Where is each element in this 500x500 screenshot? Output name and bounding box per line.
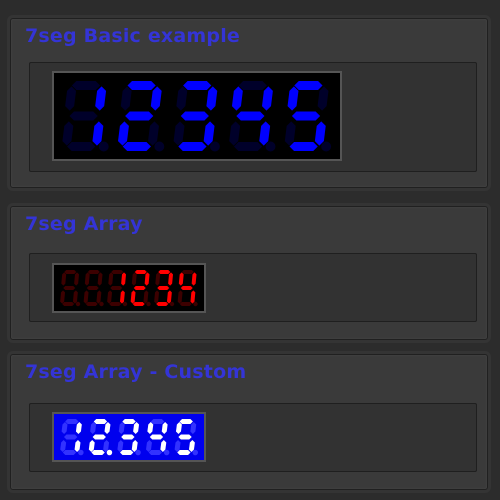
- segment-g: [291, 111, 321, 121]
- segment-d: [120, 450, 134, 455]
- decimal-point: [98, 141, 109, 152]
- segment-g: [69, 111, 98, 121]
- decimal-point: [146, 301, 151, 307]
- segment-d: [85, 302, 98, 306]
- segment-d: [67, 142, 96, 151]
- segment-g: [92, 434, 106, 440]
- segment-a: [294, 81, 323, 90]
- segment-d: [148, 450, 162, 455]
- segment-a: [65, 419, 79, 424]
- segment-d: [178, 142, 207, 151]
- custom-seven-segment-display: [52, 412, 206, 462]
- segment-d: [62, 450, 77, 455]
- segment-d: [62, 302, 75, 306]
- segment-a: [93, 419, 108, 424]
- segment-a: [122, 419, 136, 424]
- decimal-point: [122, 301, 128, 307]
- decimal-point: [106, 449, 113, 456]
- segment-g: [125, 111, 154, 121]
- decimal-point: [154, 141, 165, 152]
- segment-d: [109, 302, 122, 306]
- segment-a: [181, 270, 194, 274]
- decimal-point: [321, 141, 332, 152]
- decimal-point: [193, 301, 198, 307]
- basic-example-title: 7seg Basic example: [25, 25, 240, 47]
- array-title: 7seg Array: [25, 213, 143, 235]
- decimal-point: [192, 449, 199, 456]
- segment-a: [158, 270, 171, 274]
- segment-a: [64, 270, 77, 274]
- segment-d: [132, 302, 145, 306]
- segment-a: [183, 81, 212, 90]
- segment-g: [157, 286, 170, 290]
- segment-g: [149, 434, 164, 440]
- decimal-point: [209, 141, 220, 152]
- segment-g: [236, 111, 265, 121]
- custom-array-panel: 7seg Array - Custom: [10, 354, 488, 490]
- decimal-point: [135, 449, 141, 456]
- decimal-point: [163, 449, 170, 456]
- basic-example-panel: 7seg Basic example: [10, 18, 488, 188]
- basic-example-container: [29, 62, 477, 172]
- decimal-point: [169, 301, 175, 307]
- custom-array-container: [29, 403, 477, 472]
- segment-a: [87, 270, 100, 274]
- segment-d: [177, 450, 191, 455]
- segment-a: [127, 81, 156, 90]
- basic-seven-segment-display: [52, 71, 342, 161]
- segment-d: [289, 142, 318, 151]
- segment-d: [91, 450, 105, 455]
- segment-g: [63, 286, 76, 290]
- segment-g: [121, 434, 135, 440]
- segment-g: [180, 286, 193, 290]
- segment-d: [122, 142, 151, 151]
- segment-d: [233, 142, 263, 151]
- segment-a: [71, 81, 101, 90]
- custom-array-title: 7seg Array - Custom: [25, 361, 247, 383]
- decimal-point: [265, 141, 276, 152]
- segment-g: [86, 286, 99, 290]
- decimal-point: [78, 449, 84, 456]
- segment-g: [180, 111, 209, 121]
- segment-g: [110, 286, 123, 290]
- decimal-point: [99, 301, 104, 307]
- array-seven-segment-display: [52, 263, 206, 313]
- segment-a: [111, 270, 124, 274]
- segment-g: [63, 434, 78, 440]
- segment-g: [133, 286, 146, 290]
- array-container: [29, 253, 477, 322]
- decimal-point: [75, 301, 81, 307]
- segment-a: [179, 419, 193, 424]
- segment-a: [150, 419, 165, 424]
- segment-a: [238, 81, 267, 90]
- segment-d: [156, 302, 169, 306]
- segment-g: [178, 434, 192, 440]
- segment-d: [179, 302, 192, 306]
- array-panel: 7seg Array: [10, 206, 488, 340]
- segment-a: [134, 270, 147, 274]
